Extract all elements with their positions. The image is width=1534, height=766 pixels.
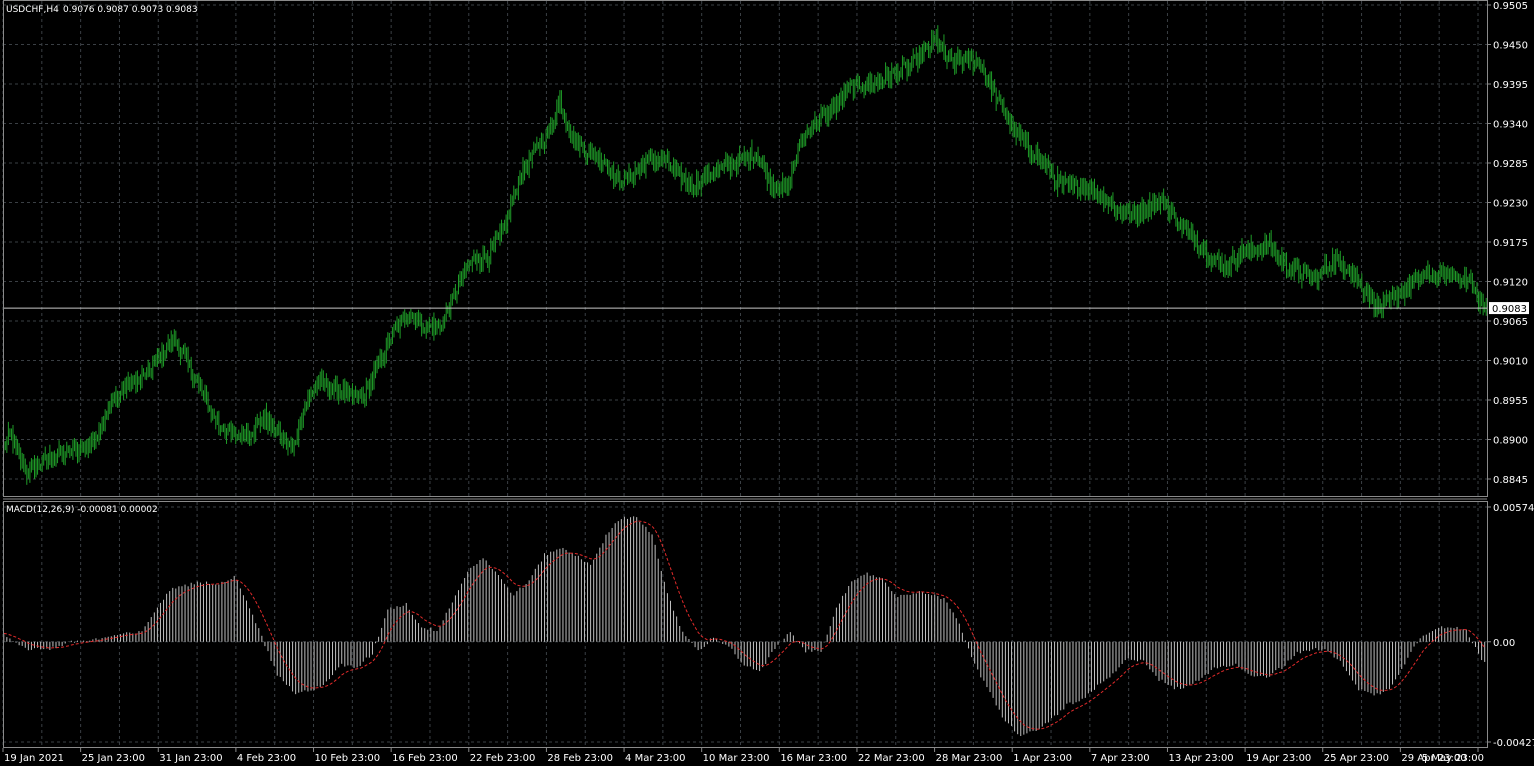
macd-axis-label: -0.00427 (1493, 738, 1534, 749)
price-axis-label: 0.9340 (1493, 120, 1528, 131)
time-axis-label: 5 May 23:00 (1422, 753, 1484, 764)
time-axis-label: 28 Feb 23:00 (547, 753, 613, 764)
time-axis-label: 13 Apr 23:00 (1168, 753, 1233, 764)
price-axis-label: 0.8845 (1493, 475, 1528, 486)
price-axis-label: 0.9065 (1493, 317, 1528, 328)
price-axis-label: 0.9450 (1493, 41, 1528, 52)
time-axis-label: 19 Jan 2021 (4, 753, 64, 764)
time-axis-label: 19 Apr 23:00 (1246, 753, 1311, 764)
price-axis-label: 0.8900 (1493, 436, 1528, 447)
price-axis-label: 0.9285 (1493, 159, 1528, 170)
time-axis-label: 10 Feb 23:00 (315, 753, 381, 764)
price-axis-label: 0.9395 (1493, 80, 1528, 91)
time-axis-label: 10 Mar 23:00 (703, 753, 770, 764)
price-axis-label: 0.8955 (1493, 396, 1528, 407)
time-axis-label: 7 Apr 23:00 (1091, 753, 1150, 764)
price-axis-label: 0.9120 (1493, 278, 1528, 289)
symbol-label: USDCHF,H4 (6, 5, 59, 15)
price-axis-label: 0.9505 (1493, 1, 1528, 12)
time-axis-label: 22 Mar 23:00 (858, 753, 925, 764)
price-axis-label: 0.9010 (1493, 357, 1528, 368)
ohlc-readout: 0.9076 0.9087 0.9073 0.9083 (63, 5, 198, 15)
chart-background (0, 0, 1534, 766)
macd-axis-label: 0.00574 (1493, 503, 1534, 514)
time-axis-label: 4 Feb 23:00 (237, 753, 296, 764)
current-price-tag: 0.9083 (1489, 302, 1529, 315)
time-axis-label: 16 Mar 23:00 (780, 753, 847, 764)
macd-label: MACD(12,26,9) -0.00081 0.00002 (6, 505, 158, 515)
time-axis-label: 31 Jan 23:00 (159, 753, 222, 764)
time-axis-label: 25 Apr 23:00 (1324, 753, 1389, 764)
time-axis-label: 16 Feb 23:00 (392, 753, 458, 764)
time-axis-label: 22 Feb 23:00 (470, 753, 536, 764)
time-axis-label: 1 Apr 23:00 (1013, 753, 1072, 764)
price-axis-label: 0.9230 (1493, 199, 1528, 210)
time-axis-label: 28 Mar 23:00 (936, 753, 1003, 764)
time-axis-label: 25 Jan 23:00 (82, 753, 145, 764)
macd-axis-label: 0.00 (1493, 638, 1515, 649)
time-axis-label: 4 Mar 23:00 (625, 753, 685, 764)
trading-chart[interactable]: 0.9505 0.9450 0.9395 0.9340 0.9285 0.9230 0.91… (0, 0, 1534, 766)
svg-text:0.9083: 0.9083 (1492, 304, 1527, 315)
price-axis-label: 0.9175 (1493, 238, 1528, 249)
